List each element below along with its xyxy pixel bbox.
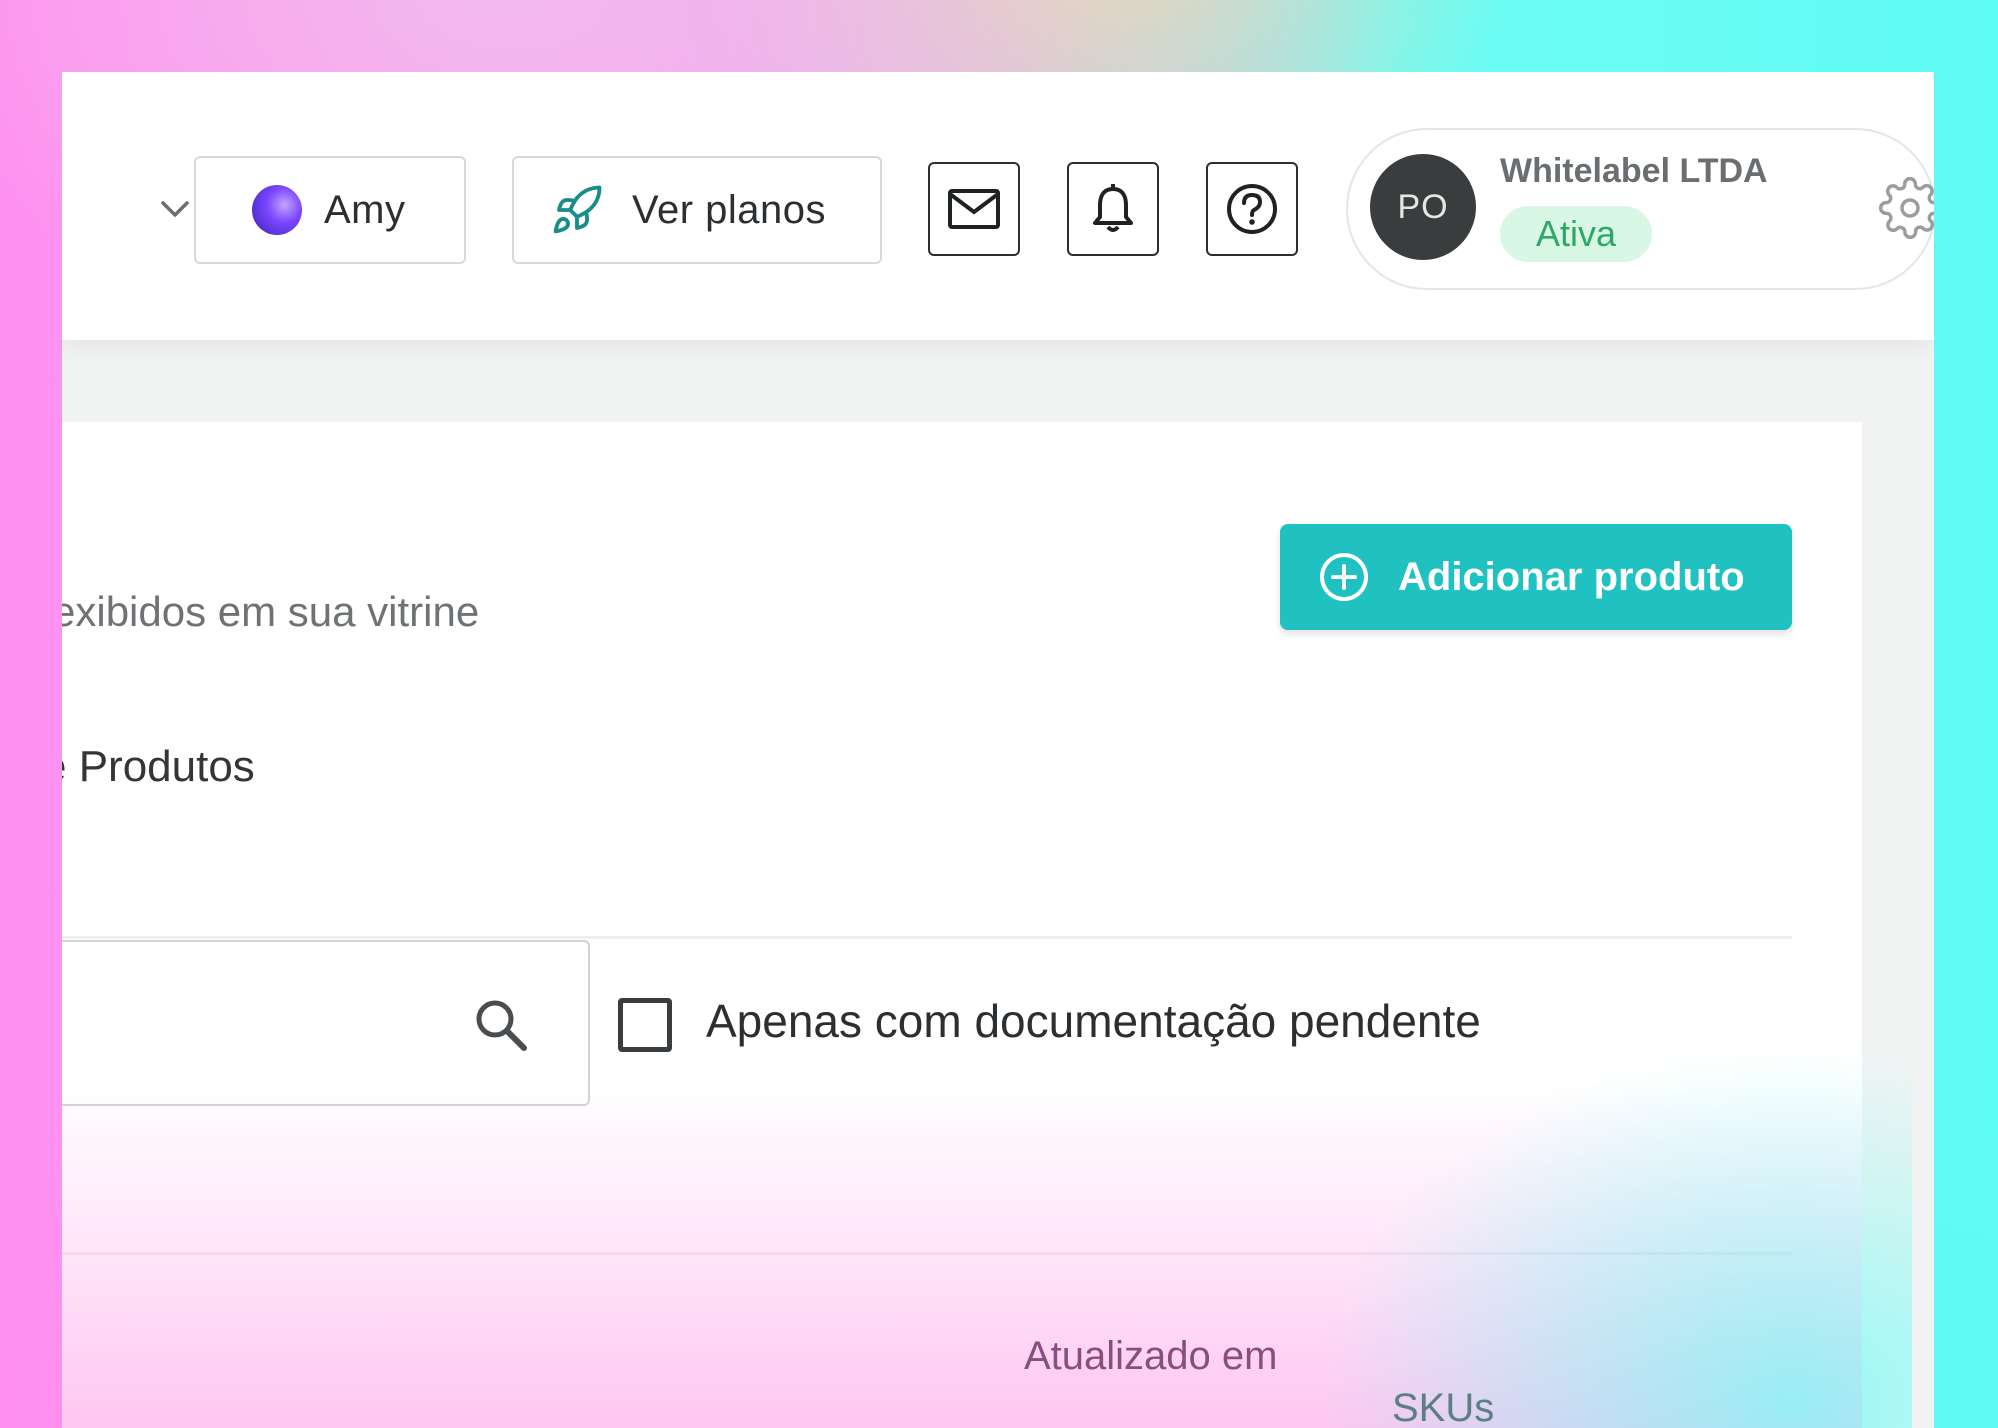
column-header-updated[interactable]: Atualizado em	[1024, 1334, 1277, 1379]
status-badge: Ativa	[1500, 206, 1653, 262]
view-plans-button[interactable]: Ver planos	[512, 156, 882, 264]
app-window: Amy Ver planos PO Whitelabel LTDA Ativa	[62, 72, 1934, 1428]
column-header-skus[interactable]: SKUs	[1392, 1386, 1494, 1428]
account-dropdown-label: Amy	[324, 187, 406, 232]
search-input[interactable]	[74, 982, 454, 1062]
plus-circle-icon	[1320, 553, 1368, 601]
search-icon[interactable]	[472, 996, 530, 1054]
divider	[62, 1252, 1792, 1255]
bell-icon	[1093, 184, 1133, 232]
mail-button[interactable]	[928, 162, 1020, 256]
products-card: exibidos em sua vitrine Adicionar produt…	[62, 422, 1912, 1428]
help-circle-icon	[1227, 184, 1277, 234]
section-title: e Produtos	[62, 742, 255, 791]
chevron-down-icon[interactable]	[158, 192, 192, 226]
page-subtitle: exibidos em sua vitrine	[62, 588, 480, 635]
search-field[interactable]	[62, 940, 590, 1106]
notifications-button[interactable]	[1067, 162, 1159, 256]
background-gradient	[62, 1082, 1862, 1428]
top-header: Amy Ver planos PO Whitelabel LTDA Ativa	[62, 72, 1934, 340]
rocket-icon	[553, 185, 602, 234]
help-button[interactable]	[1206, 162, 1298, 256]
gear-icon[interactable]	[1878, 176, 1934, 240]
mail-icon	[948, 189, 1000, 229]
amy-orb-icon	[252, 185, 302, 235]
avatar: PO	[1370, 154, 1476, 260]
view-plans-label: Ver planos	[632, 187, 827, 232]
company-name: Whitelabel LTDA	[1500, 152, 1768, 190]
divider	[62, 936, 1792, 939]
profile-menu[interactable]: PO Whitelabel LTDA Ativa	[1346, 128, 1934, 290]
add-product-button[interactable]: Adicionar produto	[1280, 524, 1792, 630]
add-product-label: Adicionar produto	[1398, 554, 1745, 599]
pending-docs-checkbox[interactable]	[618, 998, 672, 1052]
account-dropdown-button[interactable]: Amy	[194, 156, 466, 264]
background-gradient	[1312, 1042, 1912, 1428]
pending-docs-label: Apenas com documentação pendente	[706, 995, 1481, 1047]
